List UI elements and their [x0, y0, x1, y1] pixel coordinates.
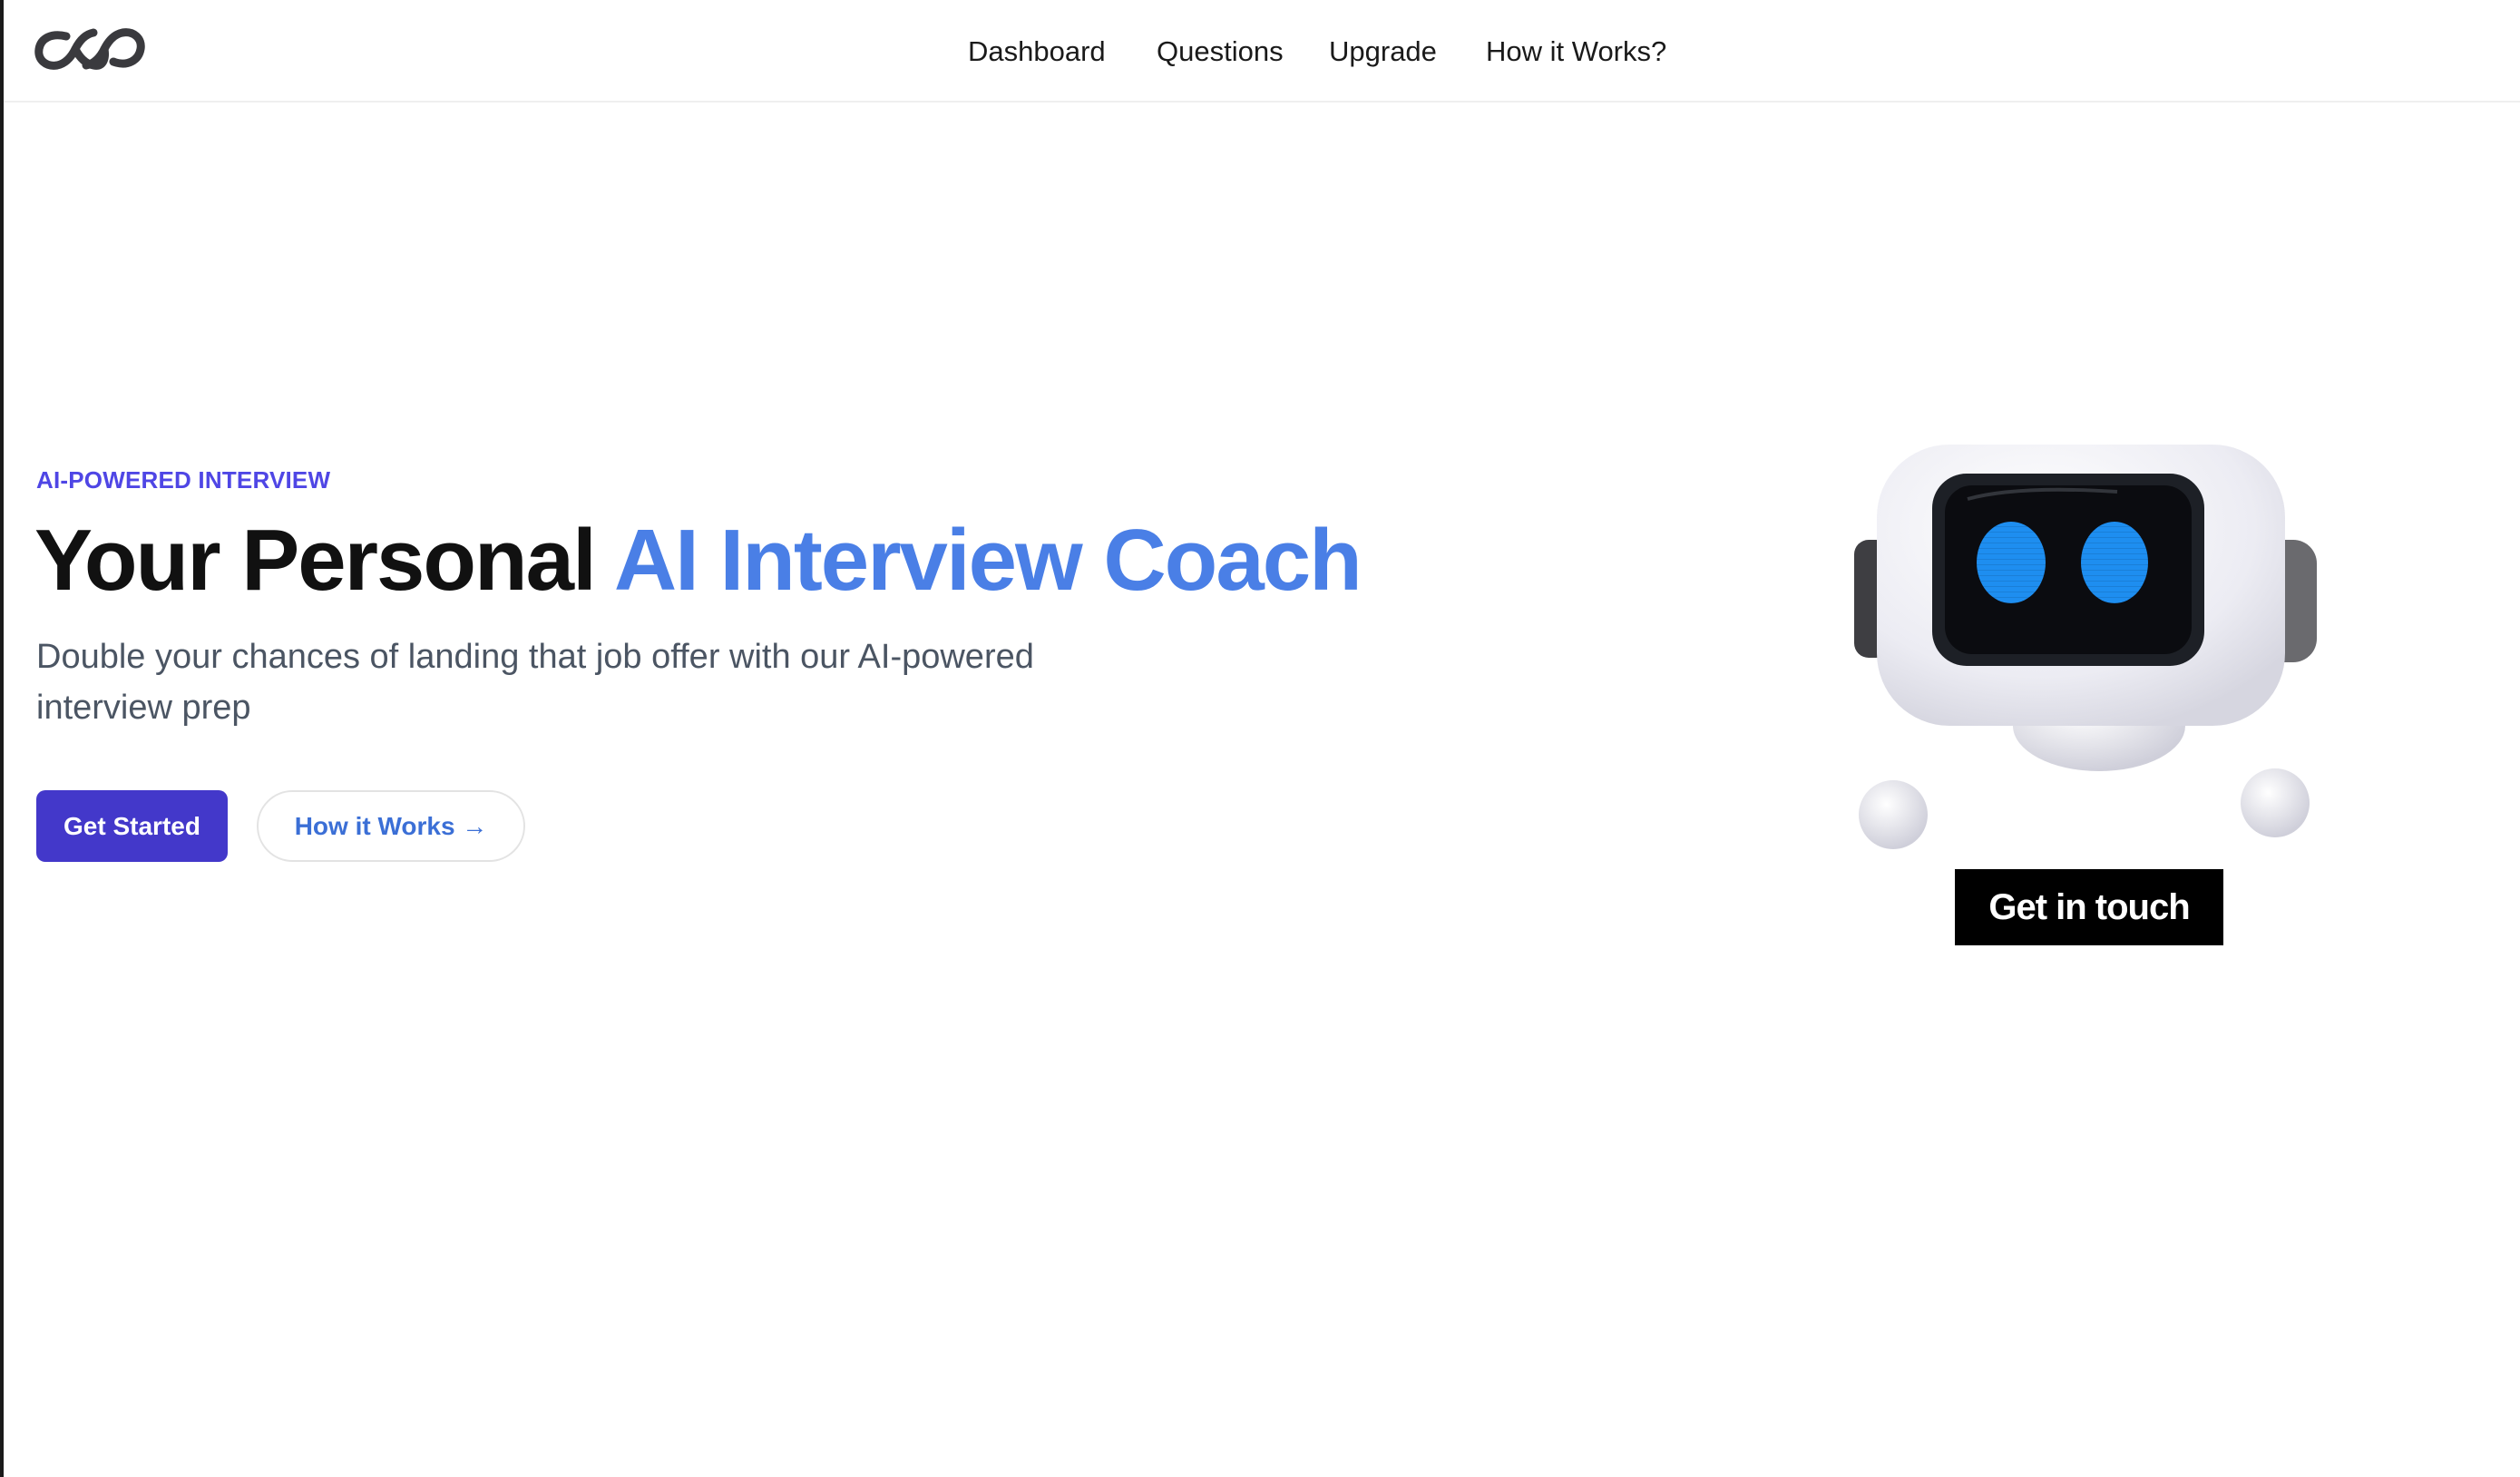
nav-how-it-works[interactable]: How it Works?: [1486, 29, 1666, 74]
nav-questions[interactable]: Questions: [1157, 29, 1284, 74]
get-started-button[interactable]: Get Started: [36, 790, 228, 862]
app-window: Dashboard Questions Upgrade How it Works…: [0, 0, 2520, 1477]
headline-accent: AI Interview Coach: [613, 512, 1363, 609]
main-nav: Dashboard Questions Upgrade How it Works…: [4, 29, 2520, 74]
how-it-works-button[interactable]: How it Works →: [257, 790, 525, 862]
get-in-touch-button[interactable]: Get in touch: [1955, 869, 2223, 945]
robot-mascot-icon: [1854, 445, 2317, 849]
top-navbar: Dashboard Questions Upgrade How it Works…: [4, 0, 2520, 103]
hero-subtitle: Double your chances of landing that job …: [36, 638, 1034, 727]
hero-eyebrow: AI-POWERED INTERVIEW: [36, 466, 331, 494]
headline-plain: Your Personal: [34, 512, 597, 609]
nav-upgrade[interactable]: Upgrade: [1329, 29, 1437, 74]
nav-dashboard[interactable]: Dashboard: [968, 29, 1106, 74]
hero-headline: Your Personal AI Interview Coach: [34, 506, 1363, 615]
